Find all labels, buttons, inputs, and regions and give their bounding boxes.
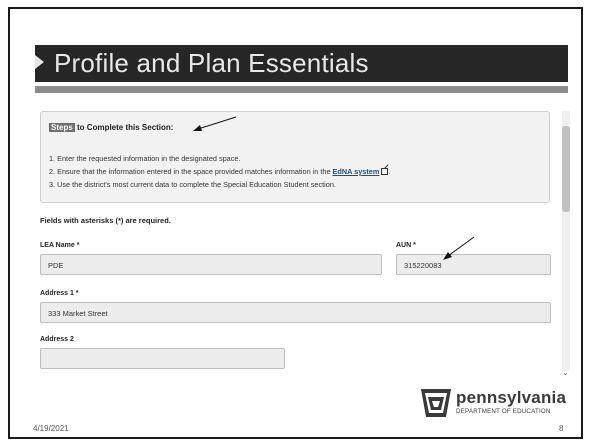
external-link-icon[interactable] [381, 168, 389, 175]
slide-date: 4/19/2021 [33, 424, 69, 433]
address1-field[interactable]: 333 Market Street [40, 302, 551, 323]
address2-label: Address 2 [40, 336, 74, 343]
lea-name-label: LEA Name * [40, 242, 80, 249]
keystone-logo-icon [421, 389, 451, 417]
slide-page-number: 8 [559, 424, 564, 433]
step-item-2: 2. Ensure that the information entered i… [49, 165, 390, 178]
step-item-2-end: . [388, 167, 391, 176]
title-rule [35, 86, 568, 93]
annotation-arrow-aun [443, 236, 475, 260]
lea-name-field[interactable]: PDE [40, 254, 382, 275]
required-fields-note: Fields with asterisks (*) are required. [40, 216, 171, 225]
aun-label: AUN * [396, 242, 416, 249]
address2-field[interactable] [40, 348, 285, 369]
steps-panel: Steps to Complete this Section: 1. Enter… [40, 111, 550, 203]
steps-list: 1. Enter the requested information in th… [49, 152, 390, 191]
address1-label: Address 1 * [40, 290, 79, 297]
step-item-2-text: 2. Ensure that the information entered i… [49, 167, 333, 176]
chevron-down-icon[interactable]: ⌄ [562, 368, 569, 377]
step-item-3: 3. Use the district's most current data … [49, 180, 336, 189]
title-bullet-icon [35, 55, 44, 69]
logo-wordmark: pennsylvania [456, 388, 567, 407]
steps-heading-highlight: Steps [49, 123, 75, 132]
steps-heading-text: to Complete this Section: [74, 123, 174, 132]
scrollbar-thumb[interactable] [562, 126, 570, 212]
edna-system-link[interactable]: EdNA system [333, 167, 380, 176]
logo-subtitle: DEPARTMENT OF EDUCATION [456, 408, 551, 415]
annotation-arrow-steps [193, 116, 237, 131]
steps-heading: Steps to Complete this Section: [49, 123, 173, 132]
step-item-1: 1. Enter the requested information in th… [49, 154, 241, 163]
slide-title: Profile and Plan Essentials [54, 48, 369, 78]
